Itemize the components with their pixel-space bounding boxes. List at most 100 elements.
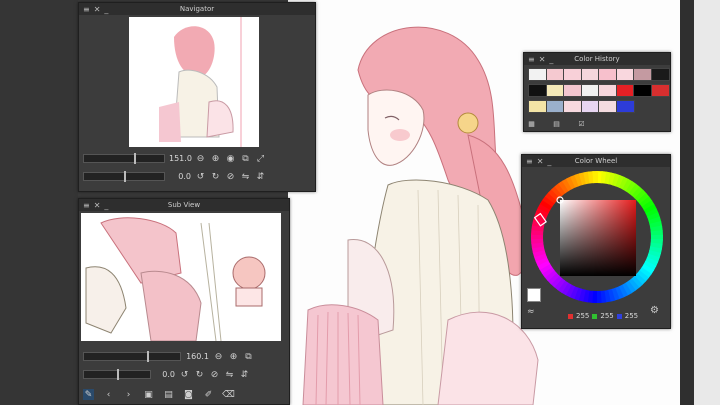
menu-icon[interactable]: ≡ (528, 55, 535, 64)
color-swatch[interactable] (545, 84, 565, 97)
fit-icon[interactable]: ⧉ (240, 153, 251, 164)
subview-zoom-row: 160.1 ⊖ ⊕ ⧉ (83, 351, 254, 362)
color-wheel-panel: ≡ ✕ _ Color Wheel ≈ 255 255 255 ⚙ (521, 154, 671, 329)
navigator-rotate-value: 0.0 (178, 172, 191, 181)
actual-size-icon[interactable]: ◉ (225, 153, 236, 164)
flip-horizontal-icon[interactable]: ⇋ (224, 369, 235, 380)
color-swatch[interactable] (563, 68, 582, 81)
color-swatch[interactable] (598, 68, 617, 81)
navigator-zoom-slider[interactable] (83, 153, 165, 164)
subview-rotate-row: 0.0 ↺ ↻ ⊘ ⇋ ⇵ (83, 369, 250, 380)
subview-zoom-value: 160.1 (186, 352, 209, 361)
close-icon[interactable]: ✕ (94, 5, 101, 14)
color-swatch[interactable] (580, 84, 600, 97)
zoom-in-icon[interactable]: ⊕ (210, 153, 221, 164)
subview-image (81, 213, 281, 341)
delete-icon[interactable]: ⌫ (222, 389, 235, 400)
minimize-icon[interactable]: _ (547, 157, 551, 166)
subview-titlebar[interactable]: ≡ ✕ _ Sub View (79, 199, 289, 211)
navigator-zoom-knob[interactable] (133, 153, 136, 164)
color-swatch[interactable] (528, 100, 547, 113)
minimize-icon[interactable]: _ (104, 201, 108, 210)
subview-zoom-knob[interactable] (147, 351, 150, 362)
navigator-title: Navigator (179, 5, 215, 13)
open-folder-icon[interactable]: ▤ (163, 389, 174, 400)
reset-rotation-icon[interactable]: ⊘ (209, 369, 220, 380)
subview-rotate-slider[interactable] (83, 369, 151, 380)
next-icon[interactable]: › (123, 389, 134, 400)
navigator-zoom-row: 151.0 ⊖ ⊕ ◉ ⧉ ⤢ (83, 153, 266, 164)
close-icon[interactable]: ✕ (539, 55, 546, 64)
color-history-title: Color History (574, 55, 620, 63)
rotate-left-icon[interactable]: ↺ (195, 171, 206, 182)
camera-icon[interactable]: ◙ (183, 389, 194, 400)
navigator-preview[interactable] (129, 17, 259, 147)
blue-value: 255 (624, 312, 639, 320)
minimize-icon[interactable]: _ (549, 55, 553, 64)
rotate-right-icon[interactable]: ↻ (194, 369, 205, 380)
transparent-color-icon[interactable]: ≈ (527, 307, 541, 317)
rgb-readout: 255 255 255 (568, 312, 638, 320)
navigator-zoom-value: 151.0 (169, 154, 192, 163)
color-swatch[interactable] (545, 100, 565, 113)
zoom-out-icon[interactable]: ⊖ (195, 153, 206, 164)
zoom-out-icon[interactable]: ⊖ (213, 351, 224, 362)
zoom-in-icon[interactable]: ⊕ (228, 351, 239, 362)
settings-icon[interactable]: ⚙ (650, 305, 659, 316)
menu-icon[interactable]: ≡ (526, 157, 533, 166)
subview-toolbar: ✎ ‹ › ▣ ▤ ◙ ✐ ⌫ (83, 389, 235, 400)
minimize-icon[interactable]: _ (104, 5, 108, 14)
subview-rotate-value: 0.0 (162, 370, 175, 379)
flip-horizontal-icon[interactable]: ⇋ (240, 171, 251, 182)
menu-icon[interactable]: ≡ (83, 5, 90, 14)
rotate-right-icon[interactable]: ↻ (210, 171, 221, 182)
subview-panel: ≡ ✕ _ Sub View 160.1 ⊖ ⊕ ⧉ 0.0 ↺ ↻ ⊘ ⇋ ⇵… (78, 198, 290, 405)
fit-icon[interactable]: ⧉ (243, 351, 254, 362)
flip-vertical-icon[interactable]: ⇵ (239, 369, 250, 380)
navigator-titlebar[interactable]: ≡ ✕ _ Navigator (79, 3, 315, 15)
close-icon[interactable]: ✕ (537, 157, 544, 166)
color-swatch[interactable] (598, 100, 617, 113)
color-swatch[interactable] (580, 68, 600, 81)
navigator-rotate-knob[interactable] (124, 171, 126, 182)
color-swatch[interactable] (545, 68, 565, 81)
color-swatch[interactable] (598, 84, 617, 97)
color-swatch[interactable] (563, 84, 582, 97)
color-history-titlebar[interactable]: ≡ ✕ _ Color History (524, 53, 670, 65)
subview-rotate-knob[interactable] (117, 369, 119, 380)
color-swatch[interactable] (650, 84, 670, 97)
color-swatch[interactable] (580, 100, 600, 113)
vertical-scrollbar[interactable] (680, 0, 694, 405)
edit-icon[interactable]: ✐ (203, 389, 214, 400)
color-swatch[interactable] (633, 84, 652, 97)
grid-icon[interactable]: ▦ (528, 120, 535, 128)
hue-ring[interactable] (529, 169, 665, 305)
close-icon[interactable]: ✕ (94, 201, 101, 210)
subview-preview[interactable] (81, 213, 281, 341)
navigator-rotate-slider[interactable] (83, 171, 165, 182)
import-image-icon[interactable]: ▣ (143, 389, 154, 400)
color-swatch[interactable] (528, 68, 547, 81)
previous-icon[interactable]: ‹ (103, 389, 114, 400)
blue-indicator (616, 313, 622, 319)
current-color-swatch[interactable] (527, 288, 541, 302)
fullscreen-icon[interactable]: ⤢ (255, 153, 266, 164)
flip-vertical-icon[interactable]: ⇵ (255, 171, 266, 182)
color-swatch[interactable] (528, 84, 547, 97)
color-swatch[interactable] (650, 68, 670, 81)
eyedropper-icon[interactable]: ✎ (83, 389, 94, 400)
color-swatch[interactable] (615, 68, 635, 81)
color-history-panel: ≡ ✕ _ Color History ▦ ▤ ☑ (523, 52, 671, 132)
color-swatch[interactable] (563, 100, 582, 113)
color-swatch[interactable] (615, 100, 635, 113)
red-value: 255 (576, 312, 590, 320)
rotate-left-icon[interactable]: ↺ (179, 369, 190, 380)
reset-rotation-icon[interactable]: ⊘ (225, 171, 236, 182)
subview-zoom-slider[interactable] (83, 351, 181, 362)
check-icon[interactable]: ☑ (578, 120, 585, 128)
color-swatch[interactable] (633, 68, 652, 81)
color-swatch[interactable] (615, 84, 635, 97)
color-wheel-titlebar[interactable]: ≡ ✕ _ Color Wheel (522, 155, 670, 167)
list-icon[interactable]: ▤ (553, 120, 560, 128)
menu-icon[interactable]: ≡ (83, 201, 90, 210)
